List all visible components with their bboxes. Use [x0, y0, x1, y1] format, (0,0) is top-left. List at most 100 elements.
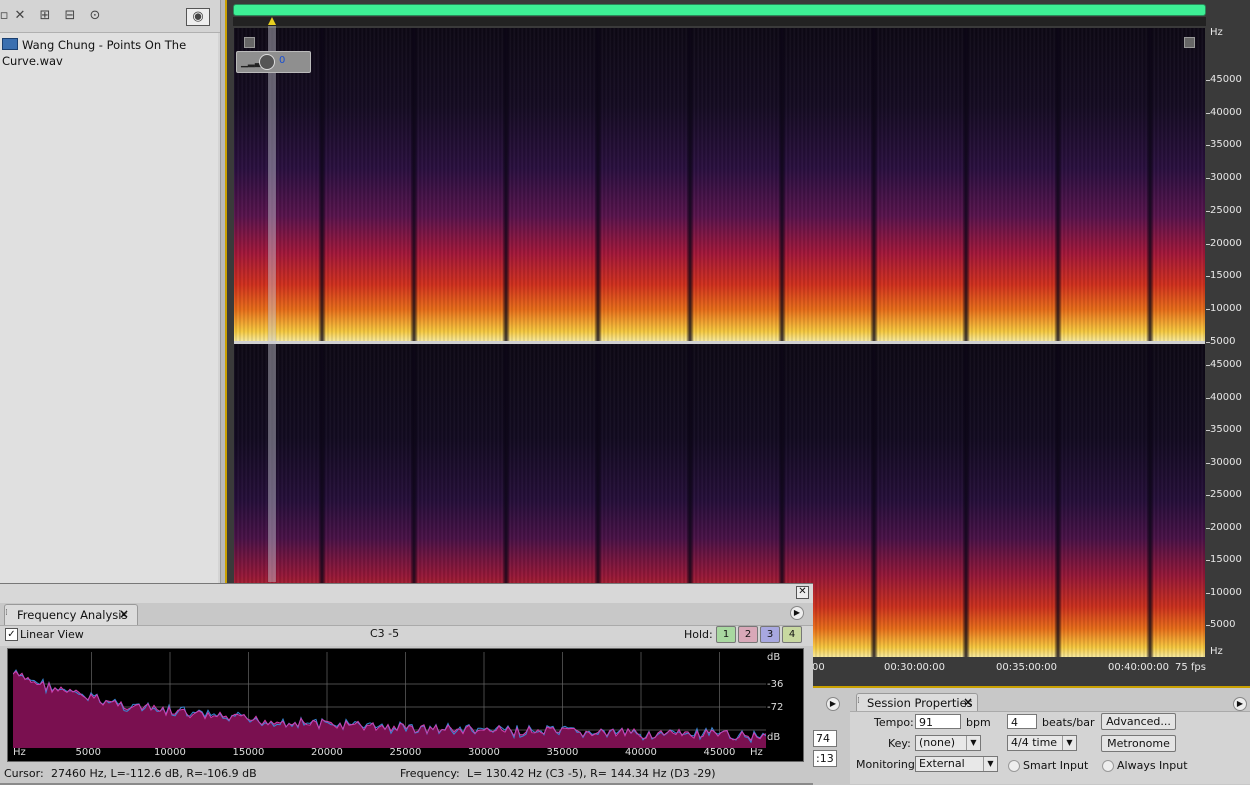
frequency-scale-label: 15000	[1210, 554, 1242, 565]
panel-menu-icon[interactable]: ▶	[826, 697, 840, 711]
hz-axis-label: 20000	[311, 747, 343, 758]
frequency-scale-tick	[1206, 145, 1210, 147]
frequency-scale-tick	[1206, 495, 1210, 496]
frequency-scale-tick	[1206, 527, 1210, 529]
cursor-value: 27460 Hz, L=-112.6 dB, R=-106.9 dB	[51, 767, 257, 780]
chevron-down-icon: ▼	[983, 757, 997, 771]
hz-axis-label: 45000	[703, 747, 736, 758]
key-select[interactable]: (none) ▼	[915, 735, 981, 751]
hold-label: Hold:	[684, 628, 713, 641]
always-input-label: Always Input	[1117, 759, 1188, 772]
hold-button-1[interactable]: 1	[716, 626, 736, 643]
playhead-marker-icon[interactable]	[268, 17, 276, 25]
tab-close-icon[interactable]: ×	[119, 607, 129, 621]
time-label: 00:35:00:00	[996, 662, 1058, 673]
frequency-scale-tick	[1206, 397, 1210, 399]
waveform-file-icon	[2, 38, 18, 50]
frequency-scale-label: 45000	[1210, 74, 1242, 85]
note-readout: C3 -5	[370, 627, 400, 640]
close-panel-icon[interactable]: ✕	[796, 586, 809, 599]
monitoring-select[interactable]: External ▼	[915, 756, 998, 772]
close-file-icon[interactable]: ✕	[12, 8, 28, 24]
amplitude-control[interactable]: ▁▂▃▄ 0	[236, 51, 311, 73]
time-field[interactable]: 74	[813, 730, 837, 747]
frequency-scale-label: 20000	[1210, 521, 1242, 533]
tab-session-properties[interactable]: ⁞ Session Properties ×	[856, 693, 978, 712]
frequency-scale-label: 40000	[1210, 391, 1242, 403]
frequency-scale-tick	[1206, 341, 1210, 343]
current-time-indicator[interactable]	[268, 26, 276, 582]
frequency-graph[interactable]: dB -36 -72 dB Hz 5000 10000 15000 20000 25000…	[7, 648, 804, 762]
monitoring-value: External	[919, 757, 965, 770]
chevron-down-icon: ▼	[1062, 736, 1076, 750]
tab-label: Session Properties	[867, 696, 973, 710]
grip-icon: ⁞	[857, 696, 860, 706]
frequency-scale-label: 25000	[1210, 489, 1242, 500]
tab-close-icon[interactable]: ×	[963, 695, 973, 709]
zoom-overview-bar[interactable]	[233, 4, 1206, 16]
tab-label: Frequency Analysis	[17, 608, 128, 622]
frequency-scale-label: 30000	[1210, 172, 1242, 184]
panel-menu-icon[interactable]: ▶	[790, 606, 804, 620]
file-list-item[interactable]: Wang Chung - Points On The Curve.wav	[2, 37, 216, 68]
hz-axis-label: Hz	[13, 747, 26, 758]
time-signature-value: 4/4 time	[1011, 736, 1058, 749]
tempo-input[interactable]: 91	[915, 714, 961, 729]
hold-button-4[interactable]: 4	[782, 626, 802, 643]
frequency-scale-label: 35000	[1210, 424, 1242, 435]
db-label: -72	[767, 702, 784, 713]
hz-axis-label: 5000	[75, 747, 101, 758]
file-name: Wang Chung - Points On The Curve.wav	[2, 38, 187, 68]
hz-axis-label: 40000	[625, 747, 657, 758]
frequency-scale-tick	[1206, 592, 1210, 594]
time-signature-select[interactable]: 4/4 time ▼	[1007, 735, 1077, 751]
frequency-scale-label: 35000	[1210, 139, 1242, 151]
frequency-scale-tick	[1206, 112, 1210, 114]
advanced-button[interactable]: Advanced...	[1101, 713, 1176, 730]
time-ruler[interactable]: 00 00:30:00:00 00:35:00:00 00:40:00:00 7…	[812, 658, 1206, 686]
smart-input-radio[interactable]	[1008, 760, 1020, 772]
monitoring-label: Monitoring:	[856, 758, 919, 771]
amplitude-knob-icon[interactable]	[259, 54, 275, 70]
insert-multitrack-icon[interactable]: ⊞	[37, 8, 53, 24]
frequency-scale-tick	[1206, 462, 1210, 464]
spectrum-plot	[13, 652, 766, 748]
spectral-display-left-channel[interactable]	[234, 28, 1205, 341]
scale-unit-top: Hz	[1210, 27, 1223, 38]
open-file-icon[interactable]: ▫	[0, 8, 12, 24]
frequency-scale-label: 40000	[1210, 106, 1242, 118]
hz-axis-label: 15000	[232, 747, 265, 758]
preview-eye-icon[interactable]: ◉	[186, 8, 210, 26]
metronome-button[interactable]: Metronome	[1101, 735, 1176, 752]
fade-out-handle-icon[interactable]	[1184, 37, 1195, 48]
amplitude-value[interactable]: 0	[279, 55, 285, 66]
beats-input[interactable]: 4	[1007, 714, 1037, 729]
frequency-scale-tick	[1206, 243, 1210, 245]
time-label-partial: 00	[812, 662, 825, 673]
fade-in-handle-icon[interactable]	[244, 37, 255, 48]
frequency-scale-tick	[1206, 276, 1210, 278]
frequency-scale-label: 20000	[1210, 237, 1242, 249]
autoplay-icon[interactable]: ⊙	[87, 8, 103, 24]
time-field[interactable]: :13	[813, 750, 837, 767]
frequency-scale-label: 10000	[1210, 302, 1242, 314]
linear-view-checkbox[interactable]: ✓	[5, 628, 18, 641]
frequency-scale-tick	[1206, 308, 1210, 310]
panel-frame-bar	[0, 583, 813, 604]
frequency-scale-label: 10000	[1210, 586, 1242, 598]
grip-icon: ⁞	[5, 608, 8, 618]
insert-cd-icon[interactable]: ⊟	[62, 8, 78, 24]
hold-button-2[interactable]: 2	[738, 626, 758, 643]
file-list: Wang Chung - Points On The Curve.wav	[0, 33, 218, 583]
key-label: Key:	[888, 737, 911, 750]
tab-frequency-analysis[interactable]: ⁞ Frequency Analysis ×	[4, 604, 138, 625]
frequency-scale-label: 5000	[1210, 619, 1236, 630]
panel-menu-icon[interactable]: ▶	[1233, 697, 1247, 711]
frequency-scale-label: 45000	[1210, 359, 1242, 370]
always-input-radio[interactable]	[1102, 760, 1114, 772]
hold-button-3[interactable]: 3	[760, 626, 780, 643]
frequency-scale: Hz 45000 40000 35000 30000 25000 20000 15000 10…	[1206, 26, 1250, 686]
db-label: dB	[767, 652, 781, 663]
spectral-gaps	[234, 28, 1205, 341]
linear-view-label: Linear View	[20, 628, 84, 641]
